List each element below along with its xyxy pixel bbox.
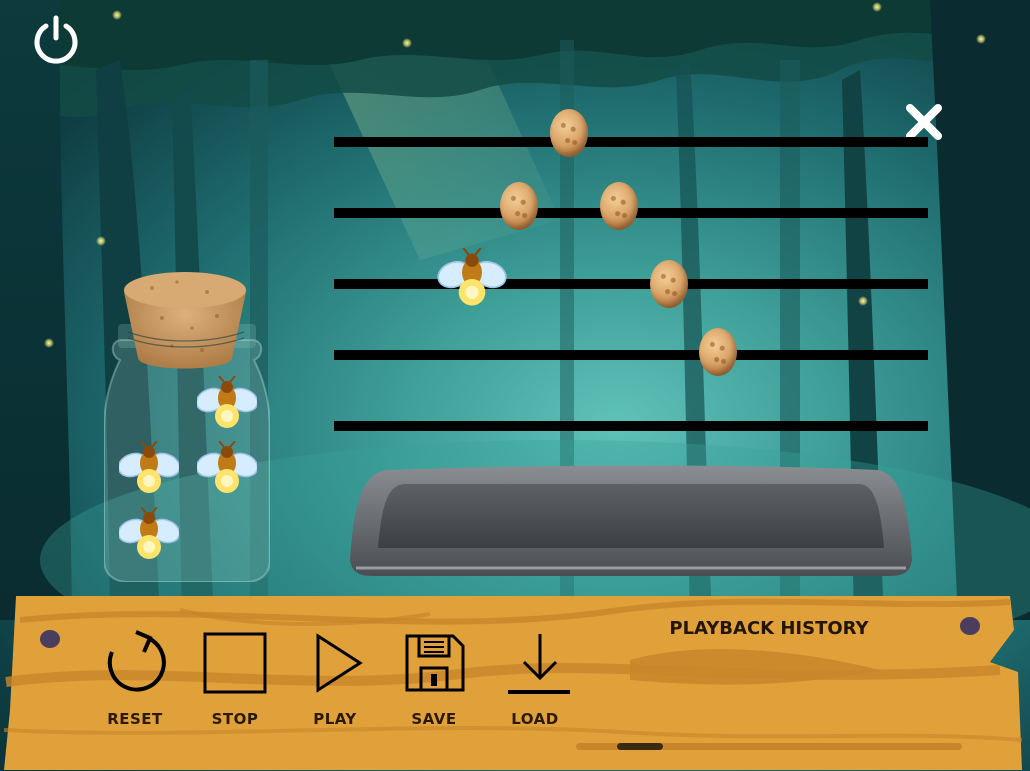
cookie-note[interactable] bbox=[650, 260, 688, 308]
cookie-note[interactable] bbox=[600, 182, 638, 230]
play-label: PLAY bbox=[313, 710, 357, 728]
save-label: SAVE bbox=[411, 710, 457, 728]
staff-line bbox=[334, 421, 928, 431]
baking-tray-icon[interactable] bbox=[348, 464, 914, 582]
save-button[interactable]: SAVE bbox=[394, 630, 474, 740]
staff-line bbox=[334, 279, 928, 289]
reset-button[interactable]: RESET bbox=[95, 630, 175, 740]
play-icon bbox=[316, 633, 363, 693]
cookie-note[interactable] bbox=[500, 182, 538, 230]
sparkle bbox=[858, 296, 868, 306]
load-button[interactable]: LOAD bbox=[495, 630, 575, 740]
reset-icon bbox=[107, 630, 166, 692]
sparkle bbox=[976, 34, 986, 44]
firefly-icon[interactable] bbox=[197, 376, 257, 432]
game-stage: RESET STOP PLAY SAVE LOAD PLAYBACK HISTO… bbox=[0, 0, 1030, 771]
stop-label: STOP bbox=[211, 710, 259, 728]
sparkle bbox=[112, 10, 122, 20]
stop-icon bbox=[203, 632, 267, 694]
nail-decoration bbox=[40, 630, 60, 648]
firefly-icon[interactable] bbox=[197, 441, 257, 497]
playback-history-title: PLAYBACK HISTORY bbox=[669, 618, 869, 639]
staff-line bbox=[334, 137, 928, 147]
cookie-note[interactable] bbox=[550, 109, 588, 157]
cork-icon bbox=[124, 272, 246, 369]
reset-label: RESET bbox=[107, 710, 163, 728]
playback-history-thumb[interactable] bbox=[617, 743, 663, 750]
nail-decoration bbox=[960, 617, 980, 635]
firefly-icon[interactable] bbox=[119, 441, 179, 497]
play-button[interactable]: PLAY bbox=[295, 630, 375, 740]
stop-button[interactable]: STOP bbox=[195, 630, 275, 740]
load-label: LOAD bbox=[511, 710, 559, 728]
firefly-icon[interactable] bbox=[436, 248, 508, 310]
power-icon[interactable] bbox=[30, 14, 82, 66]
load-icon bbox=[508, 634, 570, 694]
sparkle bbox=[402, 38, 412, 48]
sparkle bbox=[872, 2, 882, 12]
staff-line bbox=[334, 350, 928, 360]
cookie-note[interactable] bbox=[699, 328, 737, 376]
firefly-icon[interactable] bbox=[119, 507, 179, 563]
playback-history-scrollbar[interactable] bbox=[576, 743, 962, 750]
save-icon bbox=[405, 634, 465, 692]
sparkle bbox=[44, 338, 54, 348]
sparkle bbox=[96, 236, 106, 246]
